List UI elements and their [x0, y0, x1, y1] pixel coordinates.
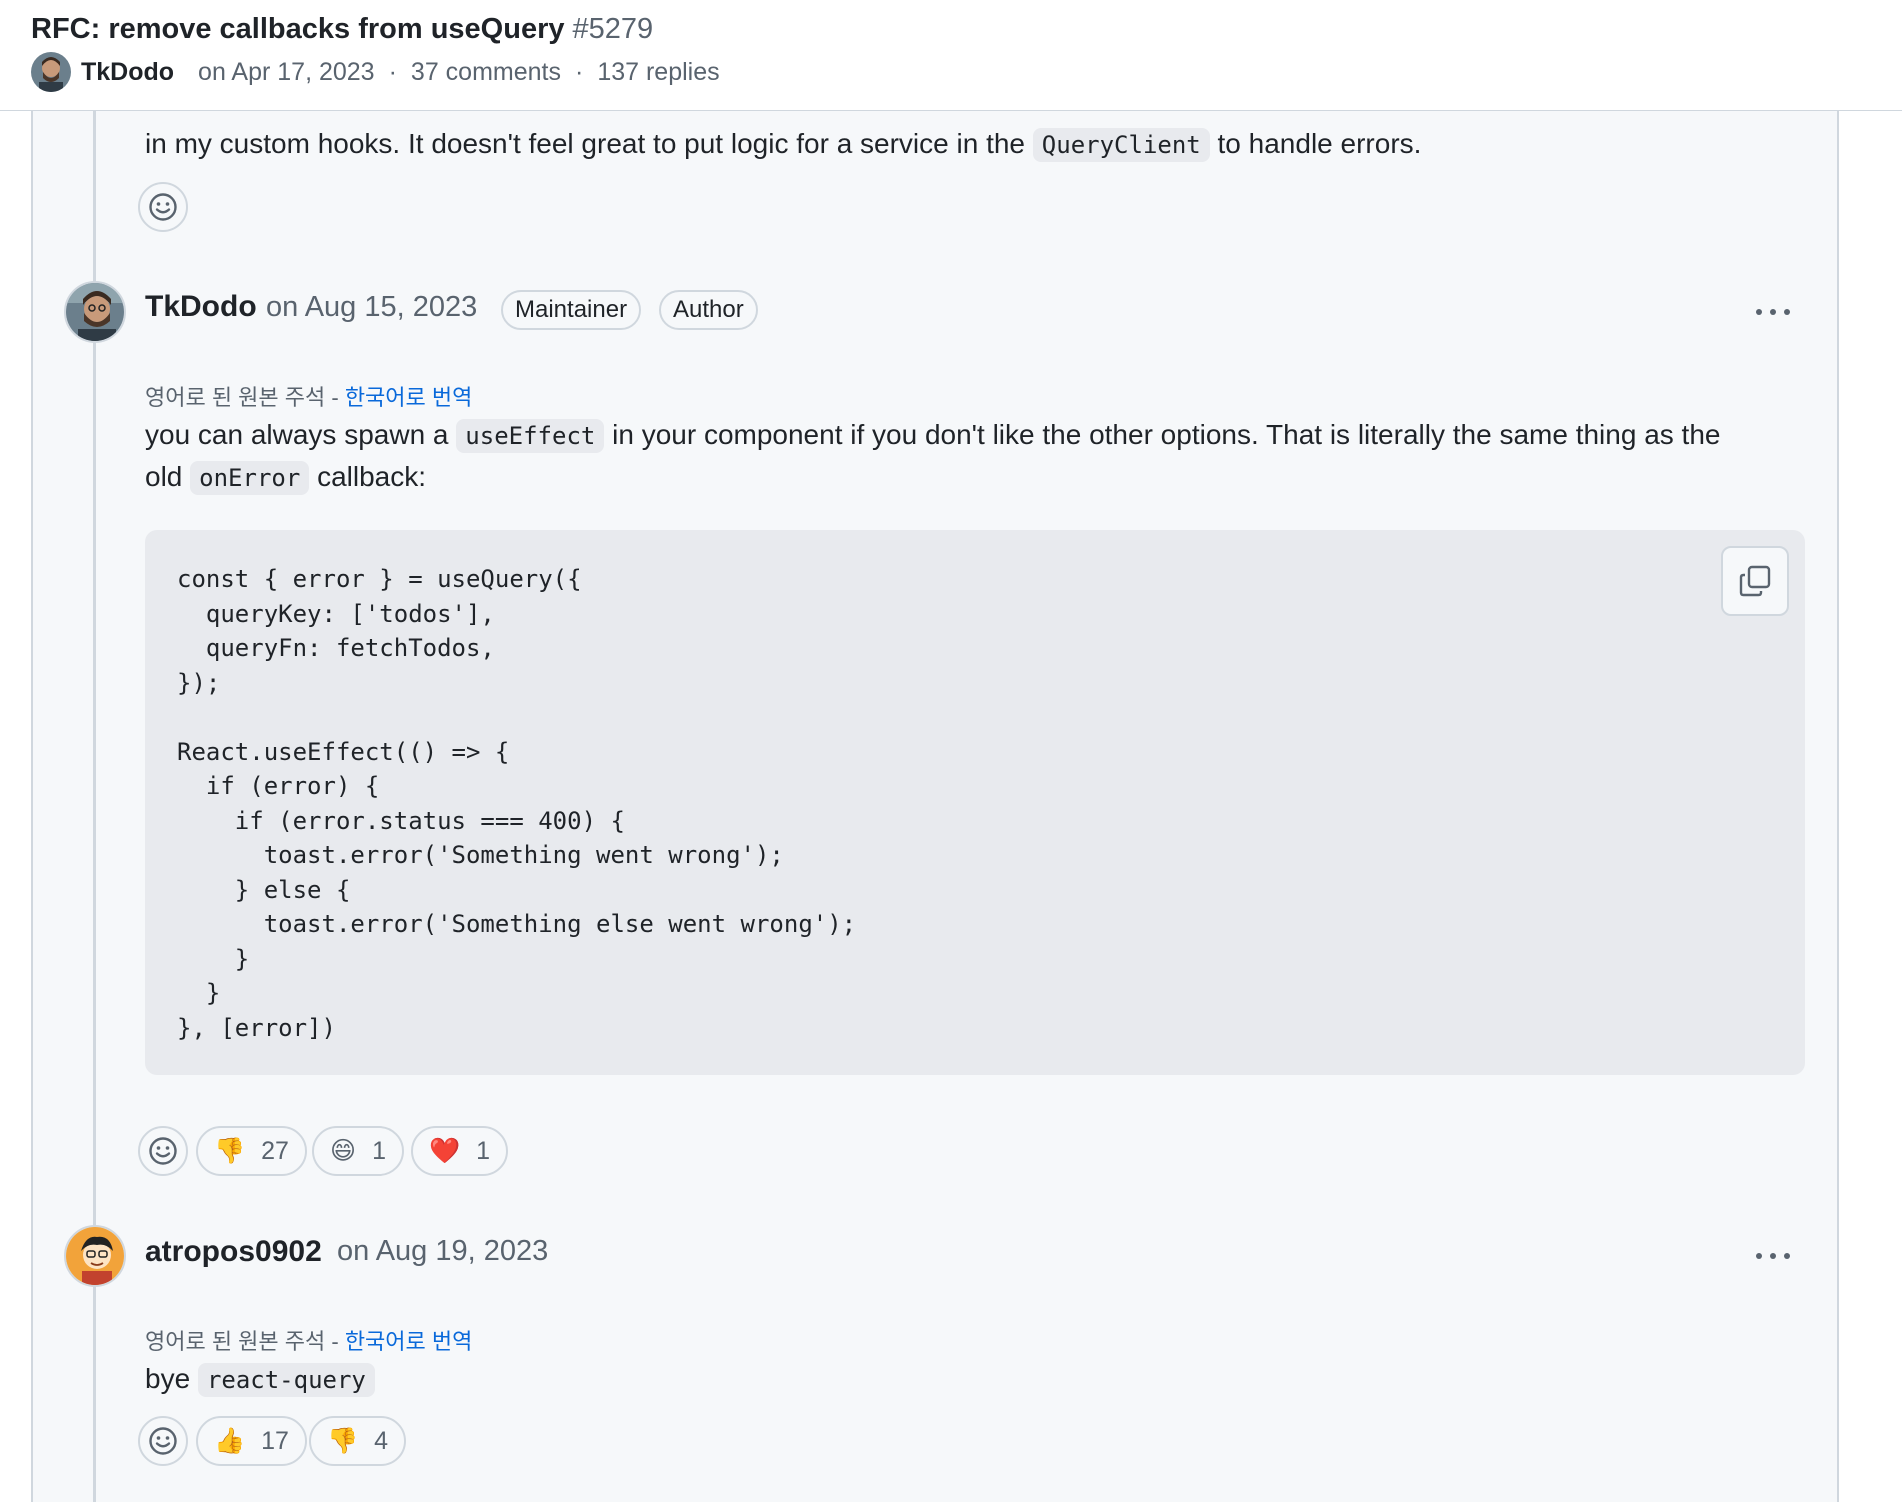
maintainer-badge: Maintainer: [501, 290, 642, 330]
inline-code: QueryClient: [1032, 128, 1210, 162]
dot: [1784, 309, 1790, 315]
comment-text: to handle errors.: [1217, 128, 1422, 159]
discussion-author[interactable]: TkDodo: [81, 58, 174, 87]
thumbs-down-icon: 👎: [214, 1136, 246, 1165]
avatar[interactable]: [64, 281, 126, 343]
reaction-count: 1: [372, 1136, 386, 1165]
meta-separator: ·: [388, 57, 397, 86]
comment-text: in my custom hooks. It doesn't feel grea…: [145, 128, 1026, 159]
heart-icon: ❤️: [429, 1136, 461, 1165]
add-reaction-button[interactable]: [138, 1126, 188, 1176]
translation-label: 영어로 된 원본 주석 -: [145, 1329, 345, 1354]
dot: [1770, 309, 1776, 315]
translate-link[interactable]: 한국어로 번역: [345, 385, 473, 410]
comments-count: 37 comments: [410, 57, 561, 86]
add-reaction-button[interactable]: [138, 182, 188, 232]
comment-text: old: [145, 461, 183, 492]
avatar[interactable]: [64, 1225, 126, 1287]
code-block: const { error } = useQuery({ queryKey: […: [145, 530, 1805, 1075]
dot: [1756, 309, 1762, 315]
dot: [1756, 1253, 1762, 1259]
avatar[interactable]: [31, 52, 71, 92]
thumbs-down-icon: 👎: [327, 1426, 359, 1455]
comment-body-line: bye react-query: [145, 1358, 375, 1401]
reaction-count: 4: [374, 1426, 389, 1455]
reaction-thumbs-down[interactable]: 👎 27: [196, 1126, 307, 1176]
author-badge: Author: [659, 290, 758, 330]
comment-text: bye: [145, 1363, 191, 1394]
sticky-header: RFC: remove callbacks from useQuery #5279…: [0, 0, 1902, 111]
previous-comment-text: in my custom hooks. It doesn't feel grea…: [145, 123, 1421, 166]
comment-author[interactable]: TkDodo: [145, 290, 257, 324]
inline-code: onError: [190, 461, 310, 495]
copy-icon: [1739, 565, 1771, 597]
inline-code: react-query: [197, 1363, 375, 1397]
discussion-number: #5279: [572, 13, 654, 45]
comment-text: you can always spawn a: [145, 419, 449, 450]
reaction-count: 17: [261, 1426, 289, 1455]
comment-date[interactable]: on Aug 15, 2023: [266, 291, 477, 324]
translation-label: 영어로 된 원본 주석 -: [145, 385, 345, 410]
comment-text: in your component if you don't like the …: [612, 419, 1721, 450]
inline-code: useEffect: [456, 419, 605, 453]
discussion-date: on Apr 17, 2023: [198, 57, 375, 86]
reaction-count: 27: [261, 1136, 289, 1165]
comment-text: callback:: [317, 461, 427, 492]
dot: [1784, 1253, 1790, 1259]
reaction-count: 1: [476, 1136, 491, 1165]
smiley-icon: [149, 1427, 177, 1455]
meta-separator: ·: [574, 57, 584, 86]
add-reaction-button[interactable]: [138, 1416, 188, 1466]
discussion-meta: TkDodo on Apr 17, 2023 · 37 comments · 1…: [31, 52, 720, 92]
discussion-title-text[interactable]: RFC: remove callbacks from useQuery: [31, 13, 564, 45]
more-options-button[interactable]: [1748, 297, 1798, 327]
smiley-icon: [149, 1137, 177, 1165]
reaction-laugh[interactable]: 😄 1: [312, 1126, 404, 1176]
comment-body-line: old onError callback:: [145, 456, 426, 499]
dot: [1770, 1253, 1776, 1259]
reaction-thumbs-up[interactable]: 👍 17: [196, 1416, 307, 1466]
reaction-heart[interactable]: ❤️ 1: [411, 1126, 509, 1176]
translation-note: 영어로 된 원본 주석 - 한국어로 번역: [145, 380, 472, 412]
discussion-title: RFC: remove callbacks from useQuery #5279: [31, 12, 653, 46]
code-content: const { error } = useQuery({ queryKey: […: [177, 565, 857, 1042]
comment-date[interactable]: on Aug 19, 2023: [337, 1235, 548, 1268]
comment-body-line: you can always spawn a useEffect in your…: [145, 414, 1720, 457]
translation-note: 영어로 된 원본 주석 - 한국어로 번역: [145, 1324, 472, 1356]
replies-count: 137 replies: [597, 57, 720, 86]
more-options-button[interactable]: [1748, 1241, 1798, 1271]
smiley-icon: [149, 193, 177, 221]
thumbs-up-icon: 👍: [214, 1426, 246, 1455]
translate-link[interactable]: 한국어로 번역: [345, 1329, 473, 1354]
copy-button[interactable]: [1721, 546, 1789, 616]
reaction-thumbs-down[interactable]: 👎 4: [309, 1416, 407, 1466]
comment-author[interactable]: atropos0902: [145, 1235, 322, 1269]
laugh-icon: 😄: [330, 1136, 357, 1165]
